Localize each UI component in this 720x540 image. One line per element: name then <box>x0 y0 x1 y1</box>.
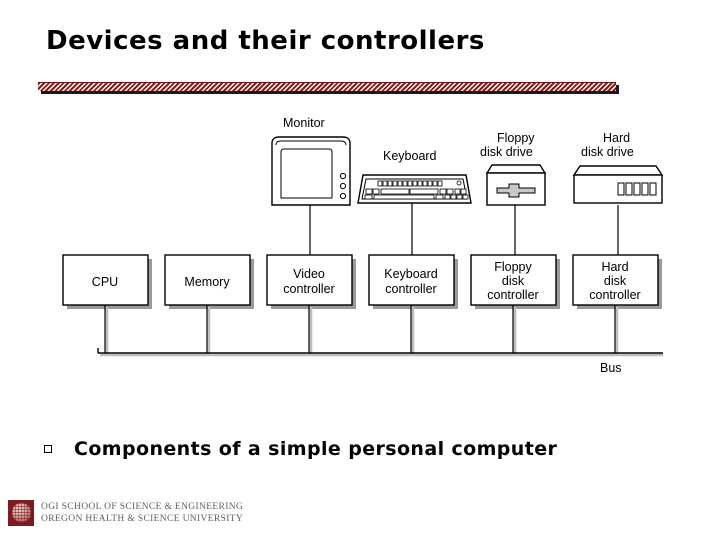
computer-architecture-diagram: Monitor Keyboard Floppy disk drive Hard … <box>0 105 720 395</box>
system-bus: Bus <box>97 305 663 375</box>
logo-globe-mesh <box>12 503 31 522</box>
device-floppy-label-line1: Floppy <box>497 131 535 145</box>
box-memory-label: Memory <box>184 275 230 289</box>
device-harddisk-label-line1: Hard <box>603 131 630 145</box>
device-keyboard-label: Keyboard <box>383 149 437 163</box>
box-floppy-controller-label-line3: controller <box>487 288 538 302</box>
device-hard-disk-drive: Hard disk drive <box>572 131 664 255</box>
harddisk-vents <box>617 182 657 196</box>
device-harddisk-label-line2: disk drive <box>581 145 634 159</box>
footer-line-university: OREGON HEALTH & SCIENCE UNIVERSITY <box>41 514 244 524</box>
device-monitor: Monitor <box>271 116 351 255</box>
box-keyboard-controller: Keyboard controller <box>368 254 455 306</box>
box-video-controller: Video controller <box>266 254 353 306</box>
bus-label: Bus <box>600 361 622 375</box>
box-floppy-controller-label-line2: disk <box>502 274 525 288</box>
box-video-controller-label-line2: controller <box>283 282 334 296</box>
device-monitor-label: Monitor <box>283 116 325 130</box>
box-video-controller-label-line1: Video <box>293 267 325 281</box>
bullet-item-label: Components of a simple personal computer <box>74 438 558 460</box>
device-floppy-label-line2: disk drive <box>480 145 533 159</box>
box-harddisk-controller-label-line1: Hard <box>601 260 628 274</box>
box-harddisk-controller: Hard disk controller <box>572 254 659 306</box>
page-title: Devices and their controllers <box>46 26 485 56</box>
box-harddisk-controller-label-line3: controller <box>589 288 640 302</box>
title-divider-bar <box>38 82 616 91</box>
box-memory: Memory <box>164 254 251 306</box>
box-keyboard-controller-label-line2: controller <box>385 282 436 296</box>
title-divider <box>38 82 619 94</box>
device-floppy-disk-drive: Floppy disk drive <box>480 131 547 255</box>
footer-branding: OGI SCHOOL OF SCIENCE & ENGINEERING OREG… <box>8 500 243 526</box>
square-bullet-icon <box>44 445 52 453</box>
box-harddisk-controller-label-line2: disk <box>604 274 627 288</box>
ogi-oshu-logo-icon <box>8 500 34 526</box>
box-cpu-label: CPU <box>92 275 118 289</box>
box-floppy-controller-label-line1: Floppy <box>494 260 532 274</box>
bullet-list-item: Components of a simple personal computer <box>44 432 684 466</box>
box-keyboard-controller-label-line1: Keyboard <box>384 267 438 281</box>
box-floppy-controller: Floppy disk controller <box>470 254 557 306</box>
box-cpu: CPU <box>62 254 149 306</box>
footer-line-school: OGI SCHOOL OF SCIENCE & ENGINEERING <box>41 501 244 512</box>
device-keyboard: Keyboard <box>357 149 472 255</box>
footer-text-block: OGI SCHOOL OF SCIENCE & ENGINEERING OREG… <box>41 501 243 525</box>
